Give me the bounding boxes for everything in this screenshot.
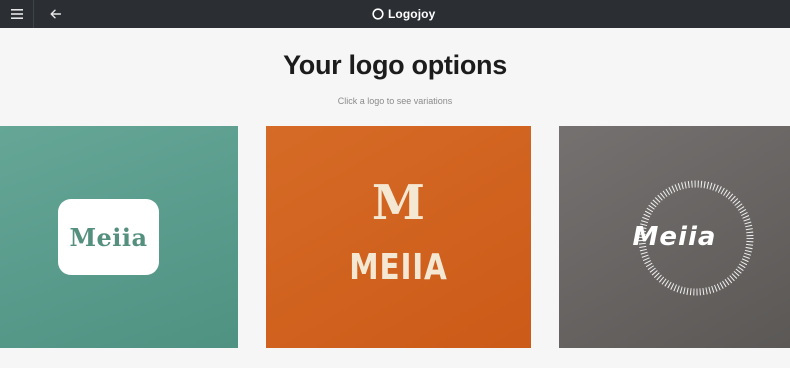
logo-monogram: M: [371, 175, 426, 231]
brand-name: Logojoy: [388, 7, 436, 21]
logo-wordmark: MEIIA: [349, 247, 448, 288]
logo-wordmark: Meiia: [69, 222, 148, 252]
circle-logo-icon: [372, 8, 384, 20]
logo-option-card-2[interactable]: M MEIIA: [266, 126, 531, 348]
page-title: Your logo options: [283, 50, 507, 80]
logo-option-card-1[interactable]: Meiia: [0, 126, 238, 348]
arrow-left-icon: [50, 9, 61, 19]
top-navigation-bar: Logojoy: [0, 0, 790, 28]
back-button[interactable]: [40, 0, 70, 28]
menu-button[interactable]: [0, 0, 34, 28]
logo-option-card-3[interactable]: Meiia: [559, 126, 790, 348]
logo-badge: Meiia: [58, 199, 159, 275]
logo-wordmark: Meiia: [632, 222, 717, 252]
hamburger-icon: [10, 9, 23, 19]
page-subtitle: Click a logo to see variations: [337, 96, 453, 106]
brand-logo[interactable]: Logojoy: [372, 5, 435, 23]
